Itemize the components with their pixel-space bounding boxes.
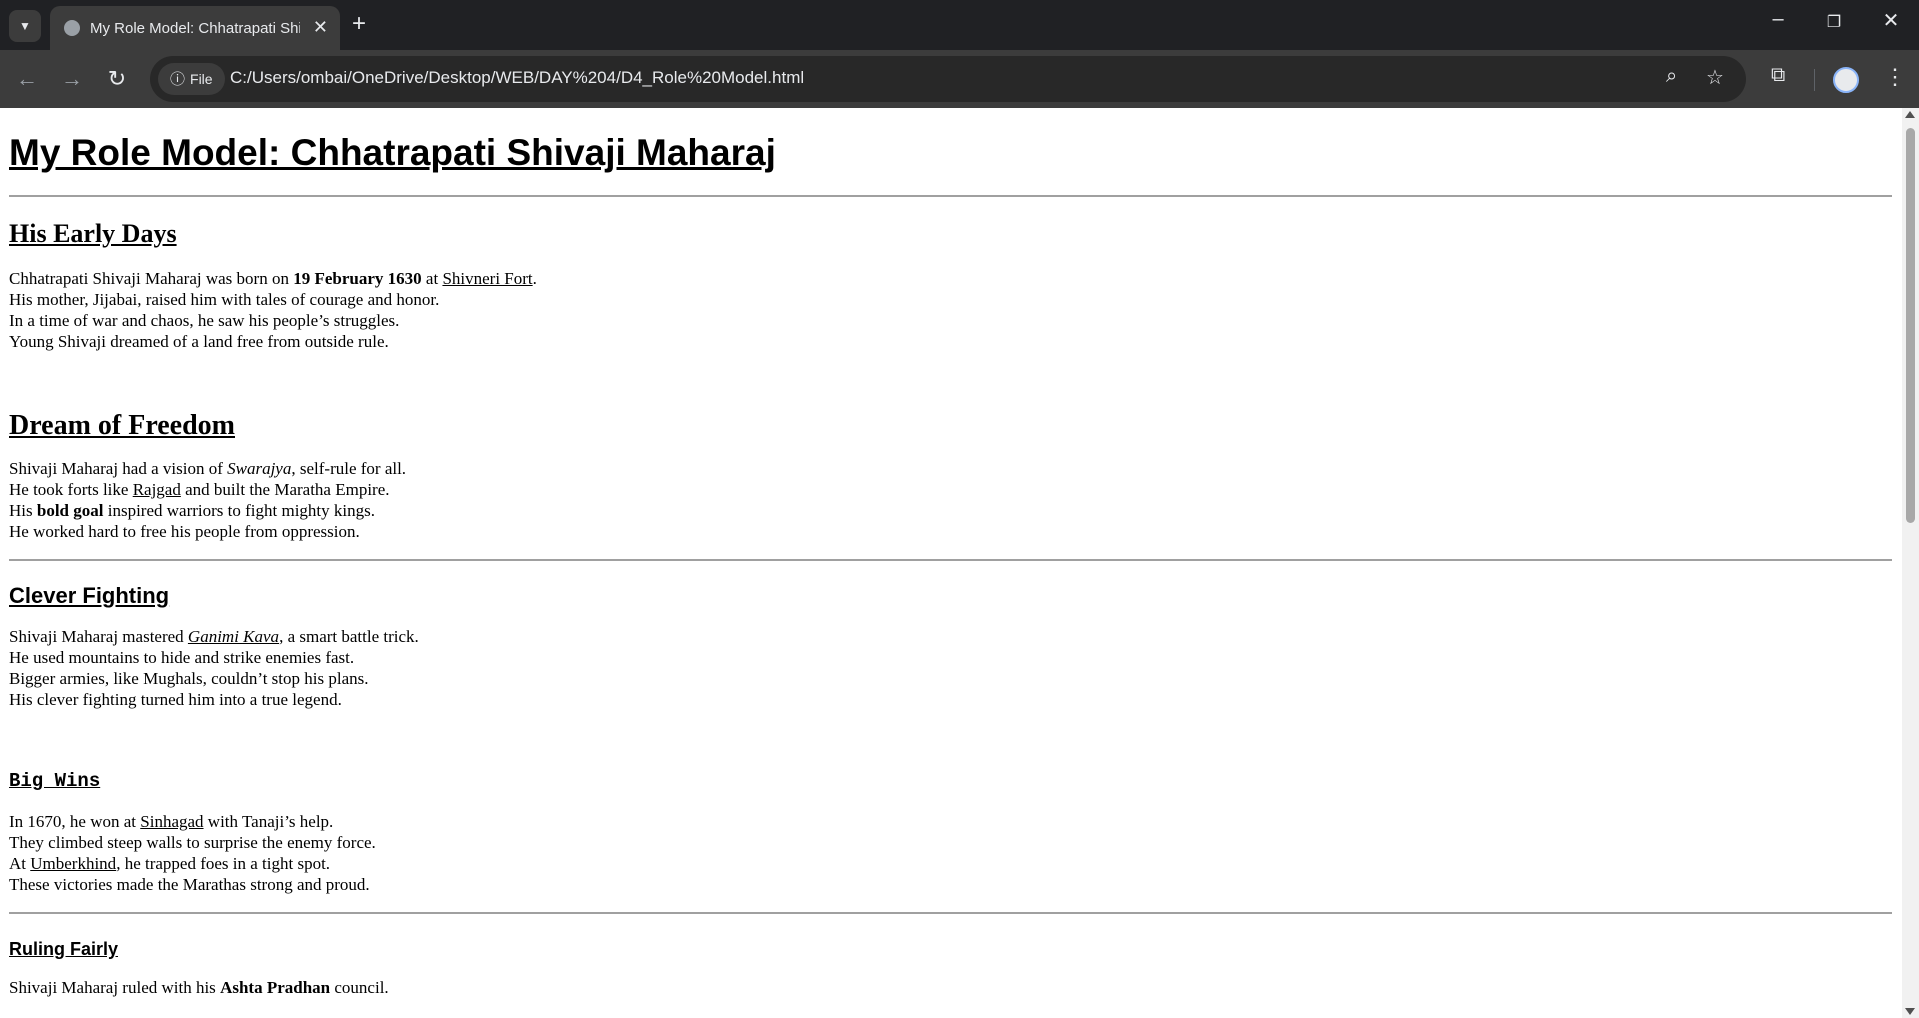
early-days-line-3: In a time of war and chaos, he saw his p… (9, 311, 400, 330)
wins-heading: Big Wins (9, 770, 101, 792)
early-days-heading: His Early Days (9, 219, 177, 248)
wins-line-3: At Umberkhind, he trapped foes in a tigh… (9, 854, 331, 873)
web-page: My Role Model: Chhatrapati Shivaji Mahar… (0, 108, 1902, 1018)
early-days-line-2: His mother, Jijabai, raised him with tal… (9, 290, 440, 309)
close-icon[interactable]: ✕ (313, 17, 328, 38)
wins-line-4: These victories made the Marathas strong… (9, 875, 370, 894)
ruling-heading: Ruling Fairly (9, 939, 119, 959)
fighting-line-1: Shivaji Maharaj mastered Ganimi Kava, a … (9, 627, 419, 646)
early-days-line-1: Chhatrapati Shivaji Maharaj was born on … (9, 269, 537, 288)
url-text[interactable]: C:/Users/ombai/OneDrive/Desktop/WEB/DAY%… (230, 68, 804, 88)
scroll-down-icon[interactable] (1905, 1008, 1915, 1015)
window-close-icon[interactable]: ✕ (1871, 8, 1911, 33)
site-info-label: File (190, 71, 213, 87)
browser-toolbar: ← → ↻ ⓘ File C:/Users/ombai/OneDrive/Desk… (0, 50, 1919, 108)
shivneri-fort-link[interactable]: Shivneri Fort (442, 269, 532, 288)
freedom-heading: Dream of Freedom (9, 410, 235, 441)
active-tab[interactable]: My Role Model: Chhatrapati Shivaji Mahar… (50, 6, 340, 50)
zoom-icon[interactable]: ⌕ (1666, 65, 1677, 88)
early-days-line-4: Young Shivaji dreamed of a land free fro… (9, 332, 389, 351)
address-bar[interactable]: ⓘ File C:/Users/ombai/OneDrive/Desktop/WE… (150, 56, 1746, 102)
rajgad-link[interactable]: Rajgad (133, 480, 181, 499)
page-title: My Role Model: Chhatrapati Shivaji Mahar… (9, 132, 776, 173)
fighting-line-4: His clever fighting turned him into a tr… (9, 690, 342, 709)
ruling-line-1: Shivaji Maharaj ruled with his Ashta Pra… (9, 978, 389, 997)
tab-strip: ▼ My Role Model: Chhatrapati Shivaji Mah… (0, 0, 1919, 50)
divider (9, 559, 1892, 561)
scroll-up-icon[interactable] (1905, 111, 1915, 118)
umberkhind-link[interactable]: Umberkhind (30, 854, 116, 873)
bookmark-star-icon[interactable]: ☆ (1706, 65, 1724, 90)
globe-icon (64, 20, 80, 36)
ganimi-kava-link[interactable]: Ganimi Kava (188, 627, 279, 646)
extensions-icon[interactable]: ⧉ (1771, 64, 1785, 87)
freedom-line-4: He worked hard to free his people from o… (9, 522, 360, 541)
site-info-chip[interactable]: ⓘ File (158, 63, 225, 95)
wins-line-1: In 1670, he won at Sinhagad with Tanaji’… (9, 812, 334, 831)
fighting-line-3: Bigger armies, like Mughals, couldn’t st… (9, 669, 369, 688)
fighting-heading: Clever Fighting (9, 583, 170, 608)
toolbar-divider (1814, 69, 1815, 91)
freedom-line-3: His bold goal inspired warriors to fight… (9, 501, 375, 520)
fighting-line-2: He used mountains to hide and strike ene… (9, 648, 355, 667)
divider (9, 195, 1892, 197)
reload-icon[interactable]: ↻ (100, 62, 134, 96)
restore-icon[interactable]: ❐ (1814, 12, 1854, 32)
info-icon: ⓘ (170, 71, 186, 88)
profile-avatar[interactable] (1833, 67, 1859, 93)
wins-line-2: They climbed steep walls to surprise the… (9, 833, 376, 852)
new-tab-button[interactable]: + (352, 10, 366, 38)
chevron-down-icon: ▼ (19, 19, 31, 33)
sinhagad-link[interactable]: Sinhagad (140, 812, 203, 831)
forward-arrow-icon[interactable]: → (55, 62, 89, 96)
minimize-icon[interactable]: – (1758, 8, 1798, 31)
scrollbar-thumb[interactable] (1906, 128, 1915, 523)
freedom-line-1: Shivaji Maharaj had a vision of Swarajya… (9, 459, 407, 478)
freedom-line-2: He took forts like Rajgad and built the … (9, 480, 390, 499)
more-menu-icon[interactable]: ⋮ (1884, 64, 1906, 90)
back-arrow-icon[interactable]: ← (10, 62, 44, 96)
tab-title: My Role Model: Chhatrapati Shivaji Mahar… (90, 20, 300, 37)
page-scrollbar[interactable] (1902, 108, 1919, 1018)
tab-search-button[interactable]: ▼ (9, 10, 41, 42)
divider (9, 912, 1892, 914)
